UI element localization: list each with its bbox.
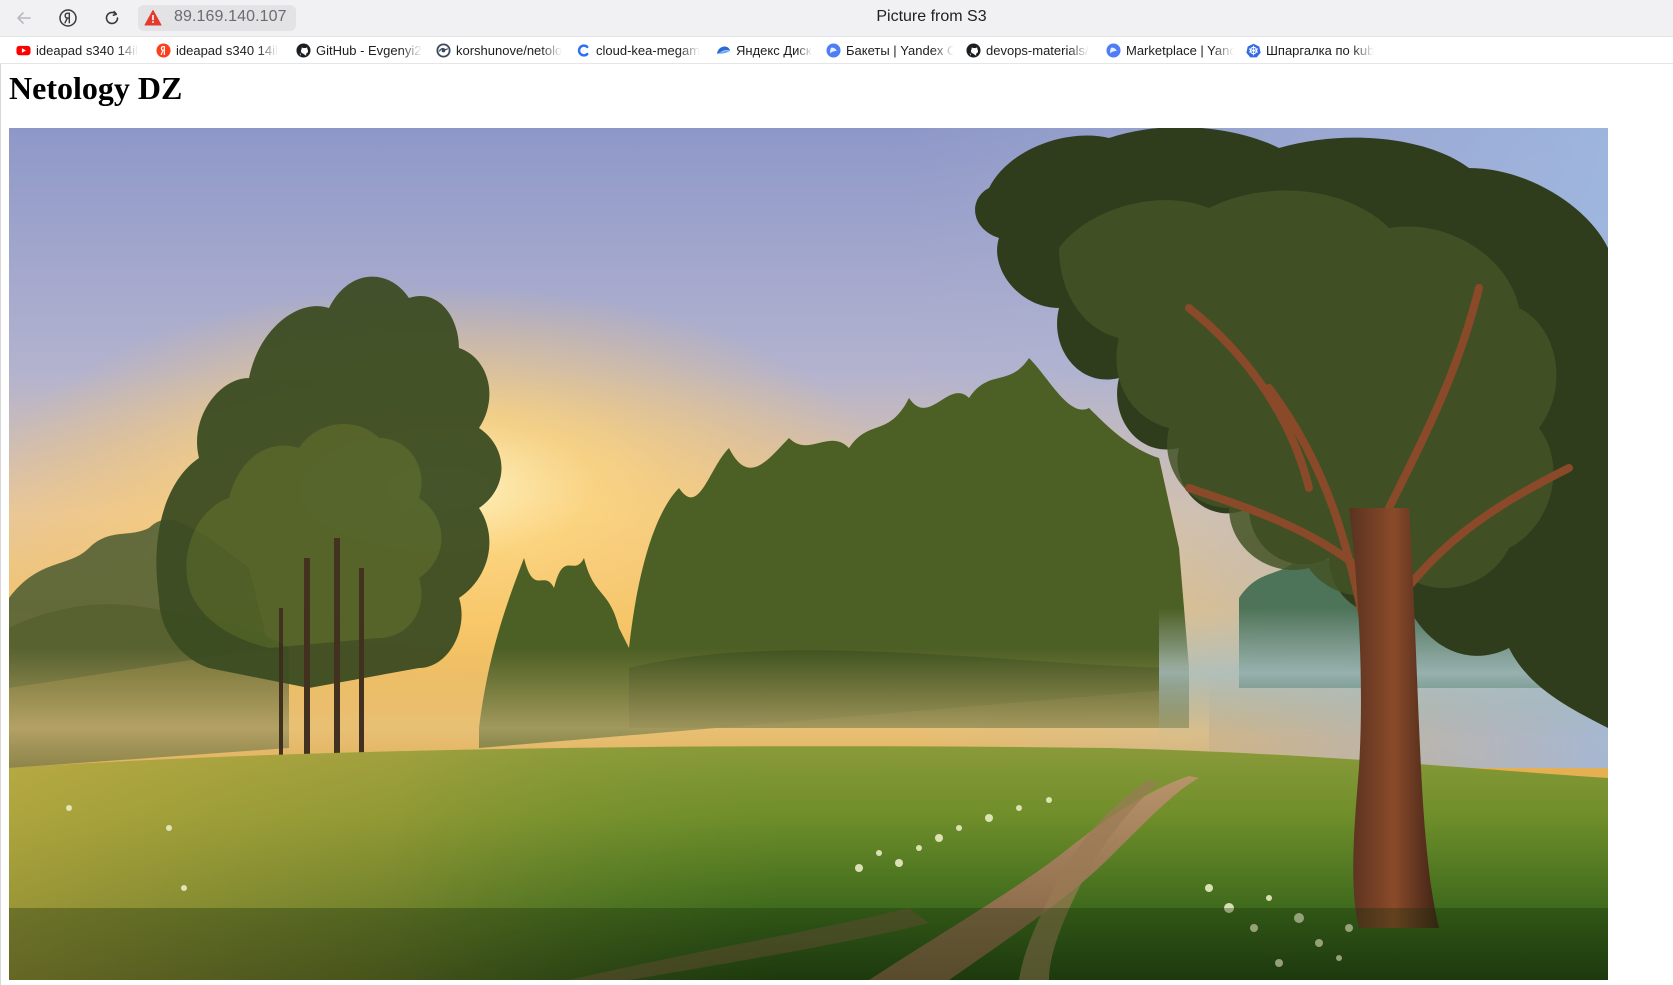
cloud-icon [576, 43, 591, 58]
bookmark-label: devops-materials/ [986, 42, 1089, 58]
bookmark-item[interactable]: devops-materials/ [966, 41, 1094, 59]
github-icon [296, 42, 311, 58]
bookmark-label: korshunove/netolo [456, 42, 563, 58]
bookmark-label: Шпаргалка по kub [1266, 42, 1375, 58]
bookmarks-bar: ideapad s340 14il ideapad s340 14il GitH… [0, 37, 1673, 64]
bookmark-label: Бакеты | Yandex C [846, 42, 954, 58]
yandex-icon [156, 42, 171, 58]
bookmark-item[interactable]: ideapad s340 14il [156, 41, 282, 59]
kubernetes-icon [1246, 43, 1261, 58]
bookmark-item[interactable]: Marketplace | Yanc [1106, 41, 1234, 59]
window-edge [0, 0, 1, 985]
bookmark-label: Яндекс Диск [736, 42, 812, 58]
page-title: Picture from S3 [876, 8, 987, 25]
bookmark-item[interactable]: korshunove/netolo [436, 41, 564, 59]
yandex-disk-icon [716, 43, 731, 58]
bookmark-item[interactable]: Яндекс Диск [716, 41, 828, 59]
bookmark-label: GitHub - Evgenyi2 [316, 42, 422, 58]
yandex-cloud-icon [1106, 42, 1121, 58]
bookmark-label: Marketplace | Yanc [1126, 42, 1234, 58]
yandex-cloud-icon [826, 42, 841, 58]
bookmark-label: ideapad s340 14il [176, 42, 278, 58]
github-icon [966, 42, 981, 58]
bookmark-item[interactable]: cloud-kea-megam [576, 41, 704, 59]
gitlab-icon [436, 42, 451, 58]
landscape-photo [9, 128, 1608, 980]
landscape-image [9, 128, 1608, 980]
youtube-icon [16, 43, 31, 58]
browser-toolbar: 89.169.140.107 Picture from S3 [0, 0, 1673, 37]
bookmark-item[interactable]: Бакеты | Yandex C [826, 41, 954, 59]
bookmark-item[interactable]: Шпаргалка по kub [1246, 41, 1376, 59]
page-heading: Netology DZ [9, 70, 183, 106]
bookmark-item[interactable]: GitHub - Evgenyi2 [296, 41, 424, 59]
bookmark-item[interactable]: ideapad s340 14il [16, 41, 140, 59]
bookmark-label: ideapad s340 14il [36, 42, 138, 58]
bookmark-label: cloud-kea-megam [596, 42, 701, 58]
